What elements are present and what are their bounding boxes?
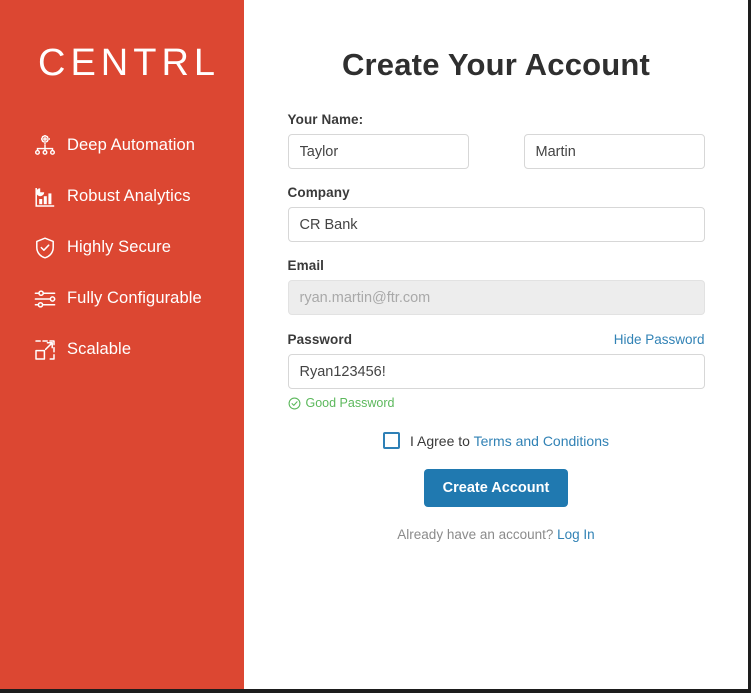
log-in-link[interactable]: Log In (557, 527, 595, 542)
feature-label: Scalable (67, 340, 132, 358)
highly-secure-icon (32, 235, 58, 261)
terms-agree-text: I Agree to Terms and Conditions (410, 433, 609, 449)
toggle-password-visibility-link[interactable]: Hide Password (614, 332, 705, 347)
signup-page: CENTRL Deep Automation Robust Analytics … (0, 0, 751, 693)
feature-item-robust-analytics: Robust Analytics (0, 171, 244, 222)
email-field-group: Email (287, 258, 705, 315)
company-field-group: Company (287, 185, 705, 242)
email-input[interactable] (287, 280, 705, 315)
submit-row: Create Account (288, 469, 705, 507)
feature-item-fully-configurable: Fully Configurable (0, 273, 244, 324)
feature-item-highly-secure: Highly Secure (0, 222, 244, 273)
terms-agree-checkbox[interactable] (383, 432, 400, 449)
signup-main: Create Your Account Your Name: Company E… (244, 0, 748, 689)
robust-analytics-icon (32, 184, 58, 210)
agree-prefix: I Agree to (410, 432, 474, 449)
terms-and-conditions-link[interactable]: Terms and Conditions (474, 433, 609, 449)
feature-item-deep-automation: Deep Automation (0, 120, 244, 171)
email-label: Email (287, 258, 325, 273)
deep-automation-icon (32, 133, 58, 159)
password-strength-indicator: Good Password (288, 396, 705, 410)
scalable-icon (32, 337, 58, 363)
feature-item-scalable: Scalable (0, 324, 244, 375)
feature-label: Fully Configurable (67, 289, 202, 307)
name-label: Your Name: (287, 112, 364, 127)
password-field-group: Password Hide Password Good Password (287, 332, 705, 410)
feature-label: Robust Analytics (67, 187, 191, 205)
page-title: Create Your Account (341, 47, 651, 82)
company-input[interactable] (287, 207, 705, 242)
check-circle-icon (288, 397, 306, 410)
company-label: Company (287, 185, 350, 200)
name-row (287, 134, 705, 169)
login-prompt-text: Already have an account? (397, 527, 558, 542)
password-label-row: Password Hide Password (288, 332, 705, 347)
fully-configurable-icon (32, 286, 58, 312)
brand-logo: CENTRL (38, 42, 221, 84)
password-label: Password (287, 332, 353, 347)
name-field-group: Your Name: (287, 112, 705, 169)
create-account-button[interactable]: Create Account (423, 469, 569, 507)
brand-sidebar: CENTRL Deep Automation Robust Analytics … (0, 0, 244, 689)
last-name-input[interactable] (523, 134, 705, 169)
password-input[interactable] (287, 354, 705, 389)
terms-agreement-row: I Agree to Terms and Conditions (288, 432, 705, 449)
first-name-input[interactable] (287, 134, 469, 169)
feature-label: Highly Secure (67, 238, 172, 256)
feature-label: Deep Automation (67, 136, 196, 154)
signup-form: Your Name: Company Email Password (287, 83, 705, 542)
login-prompt-row: Already have an account? Log In (288, 527, 705, 542)
feature-list: Deep Automation Robust Analytics Highly … (0, 120, 244, 375)
password-strength-text: Good Password (305, 396, 395, 410)
